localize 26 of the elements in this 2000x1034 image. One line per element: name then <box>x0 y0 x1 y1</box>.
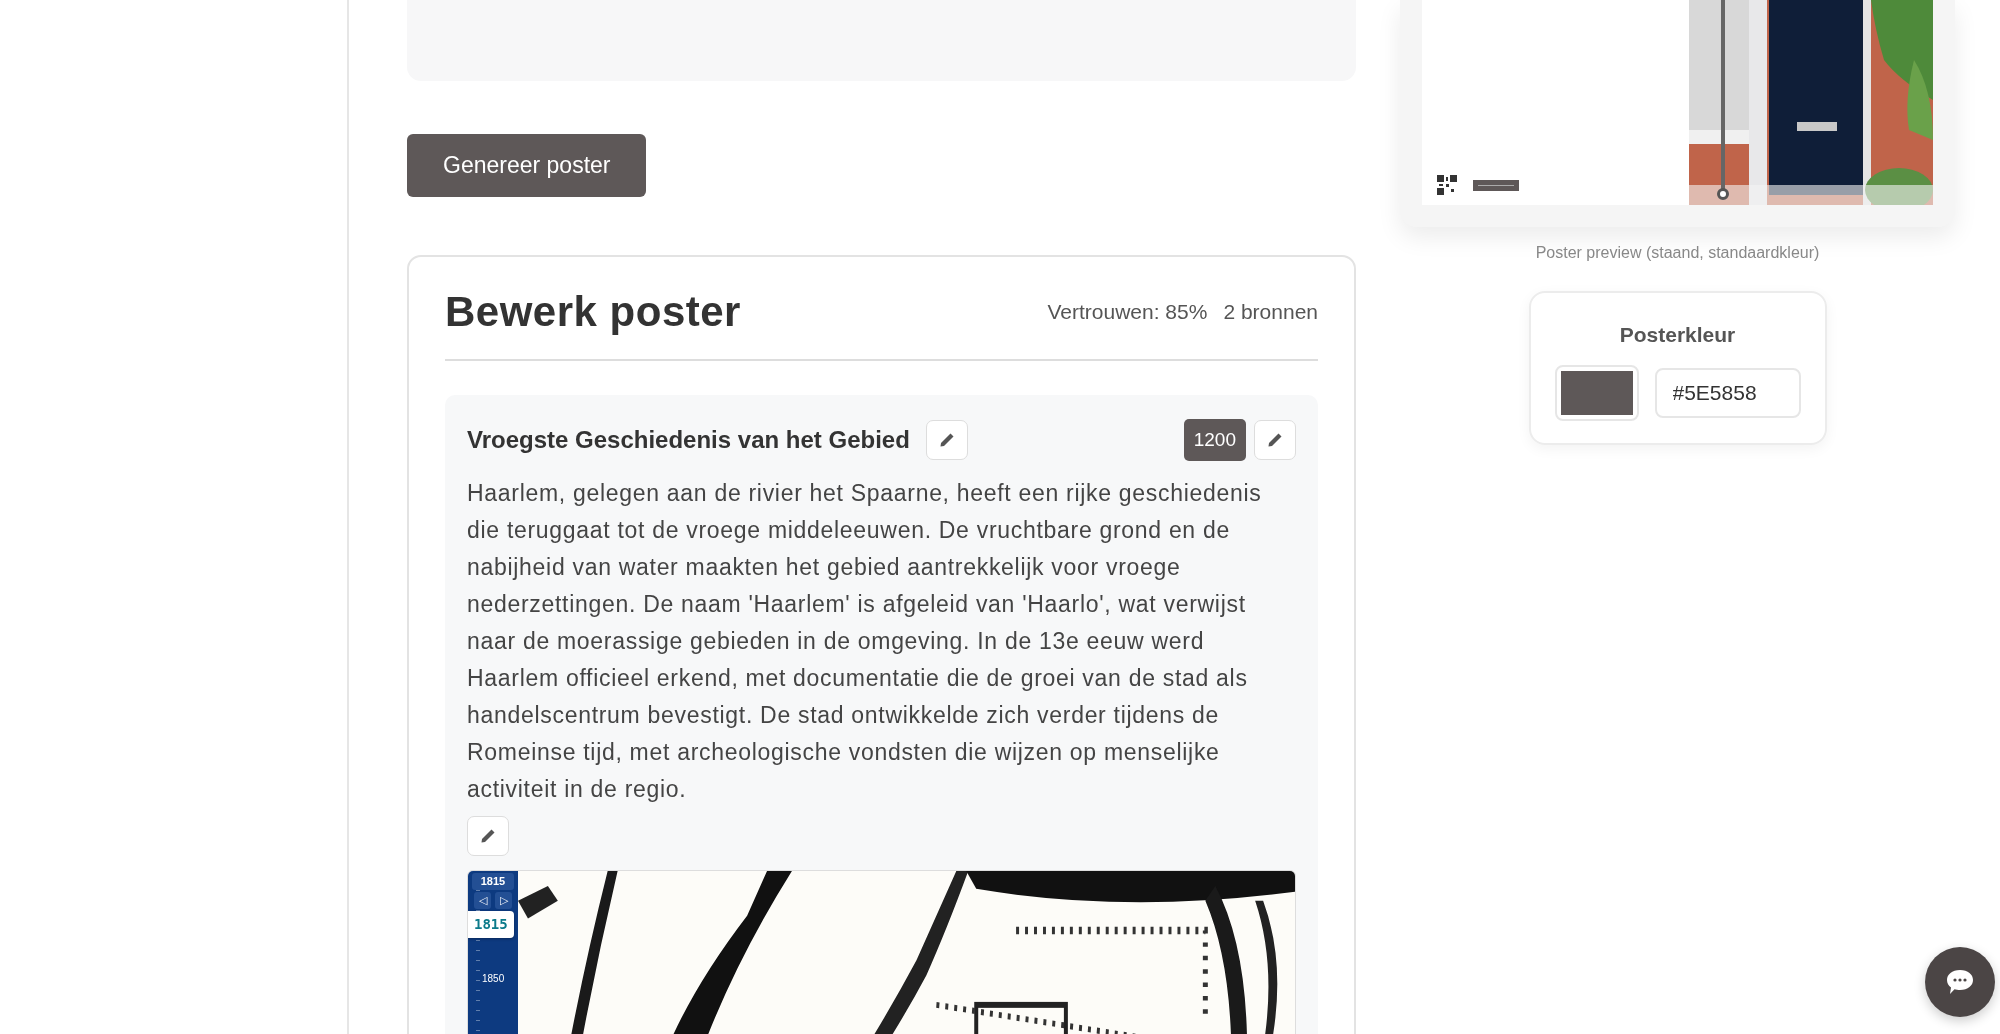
year-select[interactable]: 1815 <box>472 873 514 890</box>
pencil-icon <box>480 828 496 845</box>
edit-button[interactable] <box>1254 420 1296 461</box>
section-text: Haarlem, gelegen aan de rivier het Spaarne, heeft een rijke geschiedenis die teruggaat tot de vroege middeleeuwen. De vruchtbare grond en de nabijheid van water maakten het gebied aantrekkelijk voor vroege nederzettingen. De naam 'Haarlem' is afgeleid van 'Haarlo', wat verwijst naar de moerassige gebieden in de omgeving. In de 13e eeuw werd Haarlem officieel erkend, met documentatie die de groei van de stad als handelscentrum bevestigt. De stad ontwikkelde zich verder tijdens de Romeinse tijd, met archeologische vondsten die wijzen op menselijke activiteit in de regio. <box>467 479 1263 805</box>
pencil-icon <box>1267 432 1283 449</box>
color-swatch[interactable] <box>1554 364 1639 421</box>
chat-button[interactable] <box>1925 947 1995 1017</box>
preview-caption: Poster preview (staand, standaardkleur) <box>1534 243 1821 263</box>
logo-icon <box>1473 180 1519 191</box>
sources-count: 2 bronnen <box>1223 298 1318 325</box>
edit-button[interactable] <box>925 420 968 461</box>
generate-poster-button[interactable]: Genereer poster <box>407 134 647 197</box>
qr-code-icon <box>1437 175 1457 195</box>
timeline-tick-label: 1850 <box>482 972 505 987</box>
section-title: Vroegste Geschiedenis van het Gebied <box>467 425 910 456</box>
previous-button[interactable]: ◁ <box>474 891 491 909</box>
poster-color-label: Posterkleur <box>1618 322 1737 348</box>
year-stepper[interactable]: 1815 <box>468 911 514 939</box>
chat-icon <box>1945 968 1975 996</box>
next-button[interactable]: ▷ <box>495 891 512 909</box>
year-badge: 1200 <box>1183 418 1246 462</box>
editor-title: Bewerk poster <box>445 286 741 337</box>
confidence-label: Vertrouwen: 85% <box>1047 298 1208 325</box>
hex-color-field[interactable]: #5E5858 <box>1654 367 1801 418</box>
edit-button[interactable] <box>467 816 509 857</box>
pencil-icon <box>938 432 955 449</box>
